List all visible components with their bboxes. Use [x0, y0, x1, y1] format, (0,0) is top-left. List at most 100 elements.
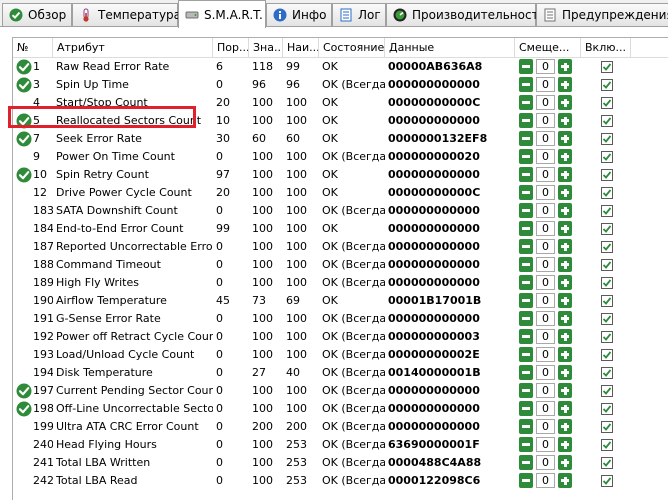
increment-button[interactable]	[558, 419, 572, 434]
enabled-checkbox[interactable]	[601, 97, 613, 109]
increment-button[interactable]	[558, 437, 572, 452]
decrement-button[interactable]	[519, 437, 533, 452]
increment-button[interactable]	[558, 95, 572, 110]
offset-value[interactable]: 0	[536, 113, 555, 128]
decrement-button[interactable]	[519, 383, 533, 398]
table-row[interactable]: 3Spin Up Time09696OK (Всегда...000000000…	[13, 76, 668, 94]
enabled-checkbox[interactable]	[601, 115, 613, 127]
table-row[interactable]: 12 Drive Power Cycle Count 20 100 100 OK 00000…	[13, 184, 668, 202]
table-row[interactable]: 183 SATA Downshift Count 0 100 100 OK (Всегда…	[13, 202, 668, 220]
offset-value[interactable]: 0	[536, 257, 555, 272]
table-row[interactable]: 7 Seek Error Rate 30 60 60 OK 0000000132EF8 0	[13, 130, 668, 148]
decrement-button[interactable]	[519, 95, 533, 110]
column-header-attribute[interactable]: Атрибут	[53, 38, 213, 57]
tab-performance[interactable]: Производительность	[386, 3, 546, 26]
decrement-button[interactable]	[519, 59, 533, 74]
offset-value[interactable]: 0	[536, 185, 555, 200]
offset-value[interactable]: 0	[536, 455, 555, 470]
enabled-checkbox[interactable]	[601, 151, 613, 163]
enabled-checkbox[interactable]	[601, 79, 613, 91]
tab-overview[interactable]: Обзор	[2, 3, 72, 26]
enabled-checkbox[interactable]	[601, 439, 613, 451]
increment-button[interactable]	[558, 131, 572, 146]
offset-value[interactable]: 0	[536, 221, 555, 236]
decrement-button[interactable]	[519, 347, 533, 362]
table-row[interactable]: 193 Load/Unload Cycle Count 0 100 100 OK (Все…	[13, 346, 668, 364]
table-row[interactable]: 241Total LBA Written 0 100 253 OK (Всегда...…	[13, 454, 668, 472]
offset-value[interactable]: 0	[536, 419, 555, 434]
offset-value[interactable]: 0	[536, 329, 555, 344]
increment-button[interactable]	[558, 149, 572, 164]
increment-button[interactable]	[558, 455, 572, 470]
enabled-checkbox[interactable]	[601, 403, 613, 415]
table-row[interactable]: 184 End-to-End Error Count 99 100 100 OK 00000…	[13, 220, 668, 238]
enabled-checkbox[interactable]	[601, 313, 613, 325]
table-row[interactable]: 191G-Sense Error Rate 0 100 100 OK (Всегда..…	[13, 310, 668, 328]
offset-value[interactable]: 0	[536, 311, 555, 326]
offset-value[interactable]: 0	[536, 203, 555, 218]
increment-button[interactable]	[558, 383, 572, 398]
enabled-checkbox[interactable]	[601, 295, 613, 307]
enabled-checkbox[interactable]	[601, 367, 613, 379]
decrement-button[interactable]	[519, 401, 533, 416]
decrement-button[interactable]	[519, 455, 533, 470]
offset-value[interactable]: 0	[536, 293, 555, 308]
table-row[interactable]: 198 Off-Line Uncorrectable Secto... 0 100 10…	[13, 400, 668, 418]
offset-value[interactable]: 0	[536, 149, 555, 164]
table-row[interactable]: 190 Airflow Temperature 45 73 69 OK 00001B1700…	[13, 292, 668, 310]
enabled-checkbox[interactable]	[601, 457, 613, 469]
offset-value[interactable]: 0	[536, 401, 555, 416]
table-row[interactable]: 10 Spin Retry Count 97 100 100 OK 000000000000…	[13, 166, 668, 184]
enabled-checkbox[interactable]	[601, 205, 613, 217]
table-row[interactable]: 189High Fly Writes0100100OK (Всегда...00…	[13, 274, 668, 292]
tab-info[interactable]: Инфо	[266, 3, 332, 26]
table-row[interactable]: 199 Ultra ATA CRC Error Count 0 200 200 OK (В…	[13, 418, 668, 436]
decrement-button[interactable]	[519, 131, 533, 146]
offset-value[interactable]: 0	[536, 473, 555, 488]
decrement-button[interactable]	[519, 365, 533, 380]
increment-button[interactable]	[558, 257, 572, 272]
column-header-enabled[interactable]: Вклю...	[581, 38, 631, 57]
decrement-button[interactable]	[519, 473, 533, 488]
offset-value[interactable]: 0	[536, 95, 555, 110]
offset-value[interactable]: 0	[536, 383, 555, 398]
column-header-worst[interactable]: Наи...	[283, 38, 319, 57]
tab-warnings[interactable]: Предупреждения	[536, 3, 668, 26]
increment-button[interactable]	[558, 329, 572, 344]
table-row[interactable]: 242Total LBA Read0100253OK (Всегда...000…	[13, 472, 668, 490]
enabled-checkbox[interactable]	[601, 331, 613, 343]
table-row[interactable]: 9 Power On Time Count 0 100 100 OK (Всегда...…	[13, 148, 668, 166]
enabled-checkbox[interactable]	[601, 187, 613, 199]
enabled-checkbox[interactable]	[601, 61, 613, 73]
decrement-button[interactable]	[519, 221, 533, 236]
decrement-button[interactable]	[519, 185, 533, 200]
tab-log[interactable]: Лог	[332, 3, 386, 26]
increment-button[interactable]	[558, 167, 572, 182]
decrement-button[interactable]	[519, 167, 533, 182]
column-header-offset[interactable]: Смеще...	[515, 38, 581, 57]
column-header-value[interactable]: Зна...	[249, 38, 283, 57]
offset-value[interactable]: 0	[536, 167, 555, 182]
table-row[interactable]: 187 Reported Uncorrectable Errors 0 100 100 O…	[13, 238, 668, 256]
enabled-checkbox[interactable]	[601, 385, 613, 397]
decrement-button[interactable]	[519, 275, 533, 290]
offset-value[interactable]: 0	[536, 365, 555, 380]
table-row[interactable]: 194Disk Temperature 0 27 40 OK (Всегда...001…	[13, 364, 668, 382]
decrement-button[interactable]	[519, 203, 533, 218]
increment-button[interactable]	[558, 365, 572, 380]
increment-button[interactable]	[558, 203, 572, 218]
increment-button[interactable]	[558, 113, 572, 128]
offset-value[interactable]: 0	[536, 239, 555, 254]
increment-button[interactable]	[558, 275, 572, 290]
column-header-threshold[interactable]: Пор...	[213, 38, 249, 57]
column-header-number[interactable]: №	[13, 38, 53, 57]
decrement-button[interactable]	[519, 311, 533, 326]
enabled-checkbox[interactable]	[601, 349, 613, 361]
increment-button[interactable]	[558, 239, 572, 254]
offset-value[interactable]: 0	[536, 131, 555, 146]
decrement-button[interactable]	[519, 257, 533, 272]
enabled-checkbox[interactable]	[601, 259, 613, 271]
increment-button[interactable]	[558, 221, 572, 236]
table-row[interactable]: 1 Raw Read Error Rate 6 118 99 OK 00000AB636A8…	[13, 58, 668, 76]
decrement-button[interactable]	[519, 113, 533, 128]
